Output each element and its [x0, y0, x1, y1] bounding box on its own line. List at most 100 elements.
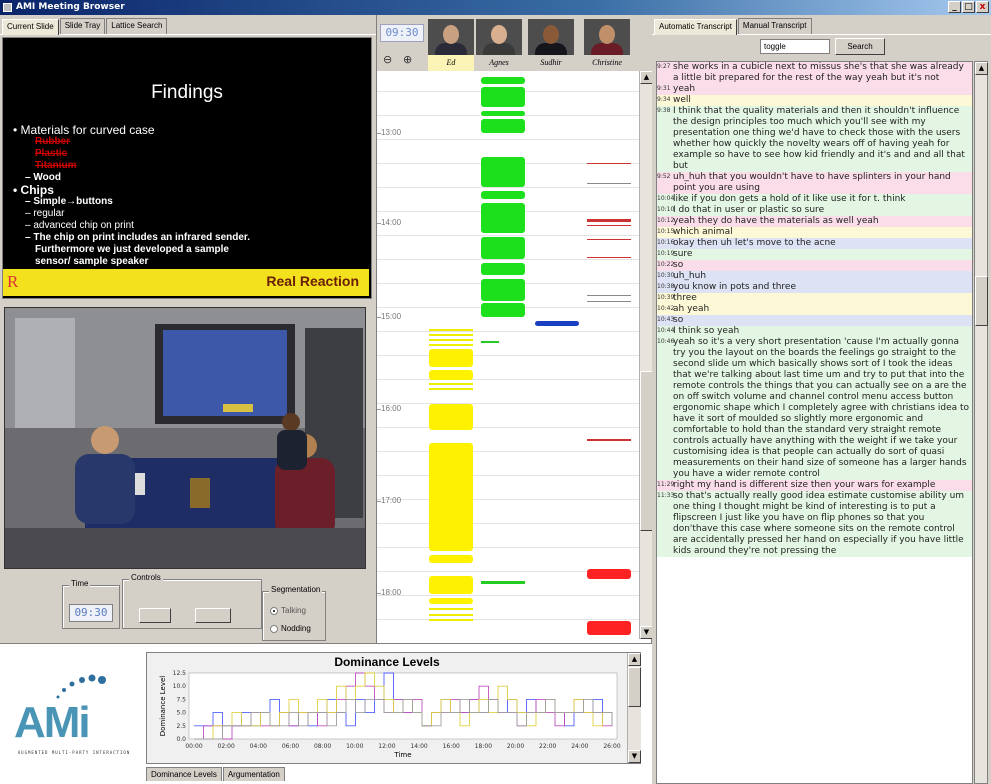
speech-segment[interactable]	[587, 569, 631, 579]
speech-segment[interactable]	[587, 257, 631, 258]
transcript-row[interactable]: 10:46 yeah so it's a very short presentat…	[657, 337, 972, 480]
restore-button[interactable]: □	[962, 1, 975, 13]
transcript-row[interactable]: 9:34 well	[657, 95, 972, 106]
timeline-scrollbar[interactable]: ▲ ▼	[639, 71, 653, 639]
speech-segment[interactable]	[481, 341, 499, 343]
speech-segment[interactable]	[429, 334, 473, 336]
transcript-row[interactable]: 10:42 ah yeah	[657, 304, 972, 315]
tab-automatic-transcript[interactable]: Automatic Transcript	[654, 19, 737, 35]
speech-segment[interactable]	[481, 77, 525, 84]
zoom-out-icon[interactable]: ⊖	[383, 53, 392, 66]
speaker-timeline[interactable]: 13:00 14:00 15:00 16:00 17:00 18:00	[377, 71, 639, 639]
play-button[interactable]	[139, 608, 171, 623]
transcript-row[interactable]: 10:15 which animal	[657, 227, 972, 238]
speech-segment[interactable]	[481, 581, 525, 584]
seg-nodding-option[interactable]: Nodding	[270, 624, 311, 633]
speech-segment[interactable]	[481, 111, 525, 116]
speech-segment[interactable]	[481, 203, 525, 233]
speech-segment[interactable]	[429, 344, 473, 346]
scroll-thumb[interactable]	[975, 276, 988, 326]
speech-segment[interactable]	[481, 279, 525, 301]
time-label: 15:00	[381, 312, 402, 321]
transcript-row[interactable]: 10:22 so	[657, 260, 972, 271]
tab-slide-tray[interactable]: Slide Tray	[59, 18, 106, 34]
transcript-row[interactable]: 11:33 so that's actually really good idea…	[657, 491, 972, 557]
speech-segment[interactable]	[587, 225, 631, 226]
transcript-row[interactable]: 10:30 uh_huh	[657, 271, 972, 282]
scroll-up-arrow-icon[interactable]: ▲	[628, 653, 641, 666]
speech-segment[interactable]	[587, 163, 631, 164]
speech-segment[interactable]	[429, 370, 473, 380]
speech-segment[interactable]	[587, 301, 631, 302]
speech-segment[interactable]	[587, 219, 631, 222]
tab-current-slide[interactable]: Current Slide	[2, 19, 59, 35]
transcript-row[interactable]: 10:10 I do that in user or plastic so sur…	[657, 205, 972, 216]
transcript-row[interactable]: 10:19 sure	[657, 249, 972, 260]
time-label: 13:00	[381, 128, 402, 137]
speech-segment[interactable]	[587, 621, 631, 635]
minimize-button[interactable]: _	[948, 1, 961, 13]
tab-lattice-search[interactable]: Lattice Search	[106, 18, 168, 34]
speech-segment[interactable]	[429, 576, 473, 594]
speech-segment[interactable]	[429, 383, 473, 385]
participant-sudhir[interactable]: Sudhir	[528, 19, 574, 71]
radio-talking[interactable]	[270, 606, 278, 615]
speech-segment[interactable]	[535, 321, 579, 326]
speech-segment[interactable]	[481, 263, 525, 275]
participant-ed[interactable]: Ed	[428, 19, 474, 71]
radio-nodding[interactable]	[270, 624, 278, 633]
speech-segment[interactable]	[481, 237, 525, 259]
speech-segment[interactable]	[587, 295, 631, 296]
speech-segment[interactable]	[587, 183, 631, 184]
transcript-row[interactable]: 9:38 I think that the quality materials a…	[657, 106, 972, 172]
speech-segment[interactable]	[587, 439, 631, 441]
speech-segment[interactable]	[429, 614, 473, 616]
speech-segment[interactable]	[429, 388, 473, 390]
tab-dominance-levels[interactable]: Dominance Levels	[146, 767, 222, 781]
speech-segment[interactable]	[429, 443, 473, 551]
speech-segment[interactable]	[481, 87, 525, 107]
transcript-scrollbar[interactable]: ▲	[974, 61, 988, 784]
transcript-row[interactable]: 10:04 like if you don gets a hold of it l…	[657, 194, 972, 205]
speech-segment[interactable]	[429, 404, 473, 430]
speech-segment[interactable]	[429, 598, 473, 604]
search-button[interactable]: Search	[835, 38, 885, 55]
scroll-thumb[interactable]	[628, 667, 641, 707]
tab-manual-transcript[interactable]: Manual Transcript	[737, 18, 812, 34]
transcript-row[interactable]: 10:12 yeah they do have the materials as …	[657, 216, 972, 227]
meeting-video[interactable]	[4, 307, 366, 569]
seg-talking-option[interactable]: Talking	[270, 606, 306, 615]
transcript-row[interactable]: 9:52 uh_huh that you wouldn't have to hav…	[657, 172, 972, 194]
transcript-row[interactable]: 10:43 so	[657, 315, 972, 326]
close-button[interactable]: x	[976, 1, 989, 13]
transcript-row[interactable]: 10:38 you know in pots and three	[657, 282, 972, 293]
transcript-row[interactable]: 9:27 she works in a cubicle next to missu…	[657, 62, 972, 84]
speech-segment[interactable]	[429, 349, 473, 367]
transcript-row[interactable]: 10:39 three	[657, 293, 972, 304]
speech-segment[interactable]	[587, 239, 631, 240]
scroll-down-arrow-icon[interactable]: ▼	[628, 750, 641, 763]
scroll-up-arrow-icon[interactable]: ▲	[975, 62, 988, 75]
transcript-row[interactable]: 10:16 okay then uh let's move to the acne	[657, 238, 972, 249]
zoom-in-icon[interactable]: ⊕	[403, 53, 412, 66]
pause-button[interactable]	[195, 608, 231, 623]
transcript-row[interactable]: 9:31 yeah	[657, 84, 972, 95]
transcript-row[interactable]: 11:29 right my hand is different size the…	[657, 480, 972, 491]
chart-scrollbar[interactable]: ▲ ▼	[627, 653, 641, 763]
speech-segment[interactable]	[481, 119, 525, 133]
speech-segment[interactable]	[481, 303, 525, 317]
speech-segment[interactable]	[429, 555, 473, 563]
speech-segment[interactable]	[481, 191, 525, 199]
speech-segment[interactable]	[429, 339, 473, 341]
speech-segment[interactable]	[429, 608, 473, 610]
transcript-list[interactable]: 9:27 she works in a cubicle next to missu…	[656, 61, 973, 784]
search-input[interactable]: toggle	[760, 39, 830, 54]
speech-segment[interactable]	[481, 157, 525, 187]
participant-agnes[interactable]: Agnes	[476, 19, 522, 71]
participant-christine[interactable]: Christine	[584, 19, 630, 71]
speech-segment[interactable]	[429, 619, 473, 621]
transcript-row[interactable]: 10:44 I think so yeah	[657, 326, 972, 337]
speech-segment[interactable]	[429, 329, 473, 331]
bottom-tabs: Dominance Levels Argumentation	[146, 767, 286, 781]
tab-argumentation[interactable]: Argumentation	[222, 767, 285, 781]
